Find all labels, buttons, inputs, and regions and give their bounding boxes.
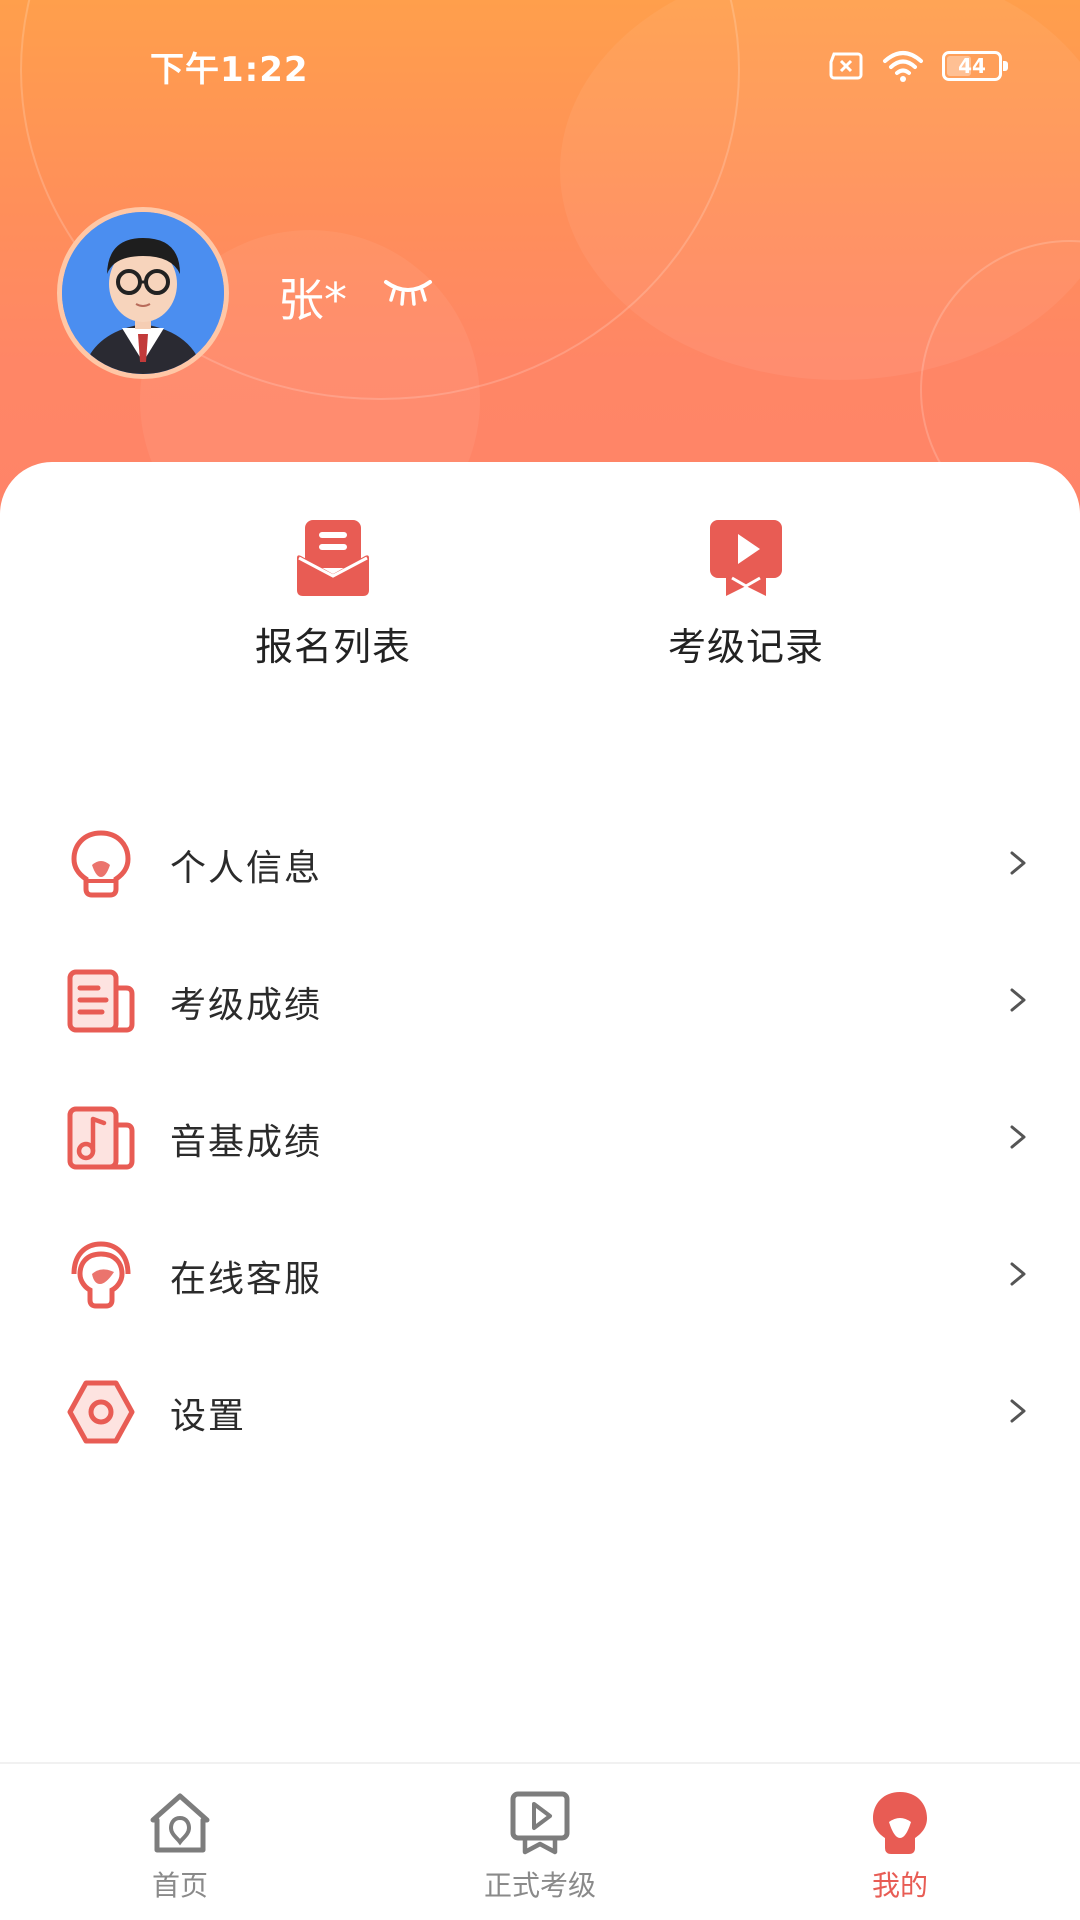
chevron-right-icon [1010,1399,1026,1423]
status-bar: 下午1:22 44 [0,0,1080,130]
home-icon [150,1793,210,1853]
avatar-photo [62,212,224,374]
menu-label: 在线客服 [170,1259,323,1300]
nav-label: 正式考级 [483,1869,596,1902]
chevron-right-icon [1010,988,1026,1012]
menu-item-exam-scores[interactable]: 考级成绩 [0,932,1080,1069]
settings-hex-icon [67,1380,135,1444]
quick-action-label: 考级记录 [667,625,824,669]
nav-label: 我的 [871,1869,928,1902]
chevron-right-icon [1010,1125,1026,1149]
nav-item-formal-exam[interactable]: 正式考级 [440,1788,640,1904]
bottom-nav: 首页 正式考级 我的 [0,1762,1080,1920]
quick-action-exam-record[interactable]: 考级记录 [616,518,876,671]
profile-header: 下午1:22 44 张* [0,0,1080,520]
menu-list: 个人信息 考级成绩 音基成绩 在线客服 设置 [0,795,1080,1480]
menu-label: 音基成绩 [170,1122,323,1163]
play-ribbon-icon [710,520,782,596]
quick-action-signup-list[interactable]: 报名列表 [203,518,463,671]
envelope-list-icon [297,520,369,596]
chevron-right-icon [1010,1262,1026,1286]
menu-label: 个人信息 [170,848,323,889]
battery-icon: 44 [942,51,1008,81]
battery-level: 44 [958,54,986,78]
chevron-right-icon [1010,851,1026,875]
menu-item-music-theory-scores[interactable]: 音基成绩 [0,1069,1080,1206]
avatar[interactable] [57,207,229,379]
wifi-icon [883,51,923,82]
menu-item-settings[interactable]: 设置 [0,1343,1080,1480]
status-icons: 44 [828,46,1008,86]
user-name: 张* [278,273,347,327]
document-icon [67,969,135,1033]
profile-icon [873,1792,927,1854]
menu-item-personal-info[interactable]: 个人信息 [0,795,1080,932]
person-bulb-icon [71,830,131,898]
quick-action-label: 报名列表 [254,625,411,669]
menu-label: 考级成绩 [170,985,323,1026]
menu-item-online-service[interactable]: 在线客服 [0,1206,1080,1343]
headset-icon [71,1241,131,1309]
music-note-icon [67,1106,135,1170]
exam-play-icon [510,1791,570,1855]
eye-closed-icon[interactable] [382,276,434,308]
nav-item-mine[interactable]: 我的 [800,1788,1000,1904]
menu-label: 设置 [170,1396,247,1437]
status-time: 下午1:22 [150,50,309,90]
sim-card-icon [829,52,863,80]
nav-item-home[interactable]: 首页 [80,1788,280,1904]
nav-label: 首页 [151,1869,208,1902]
